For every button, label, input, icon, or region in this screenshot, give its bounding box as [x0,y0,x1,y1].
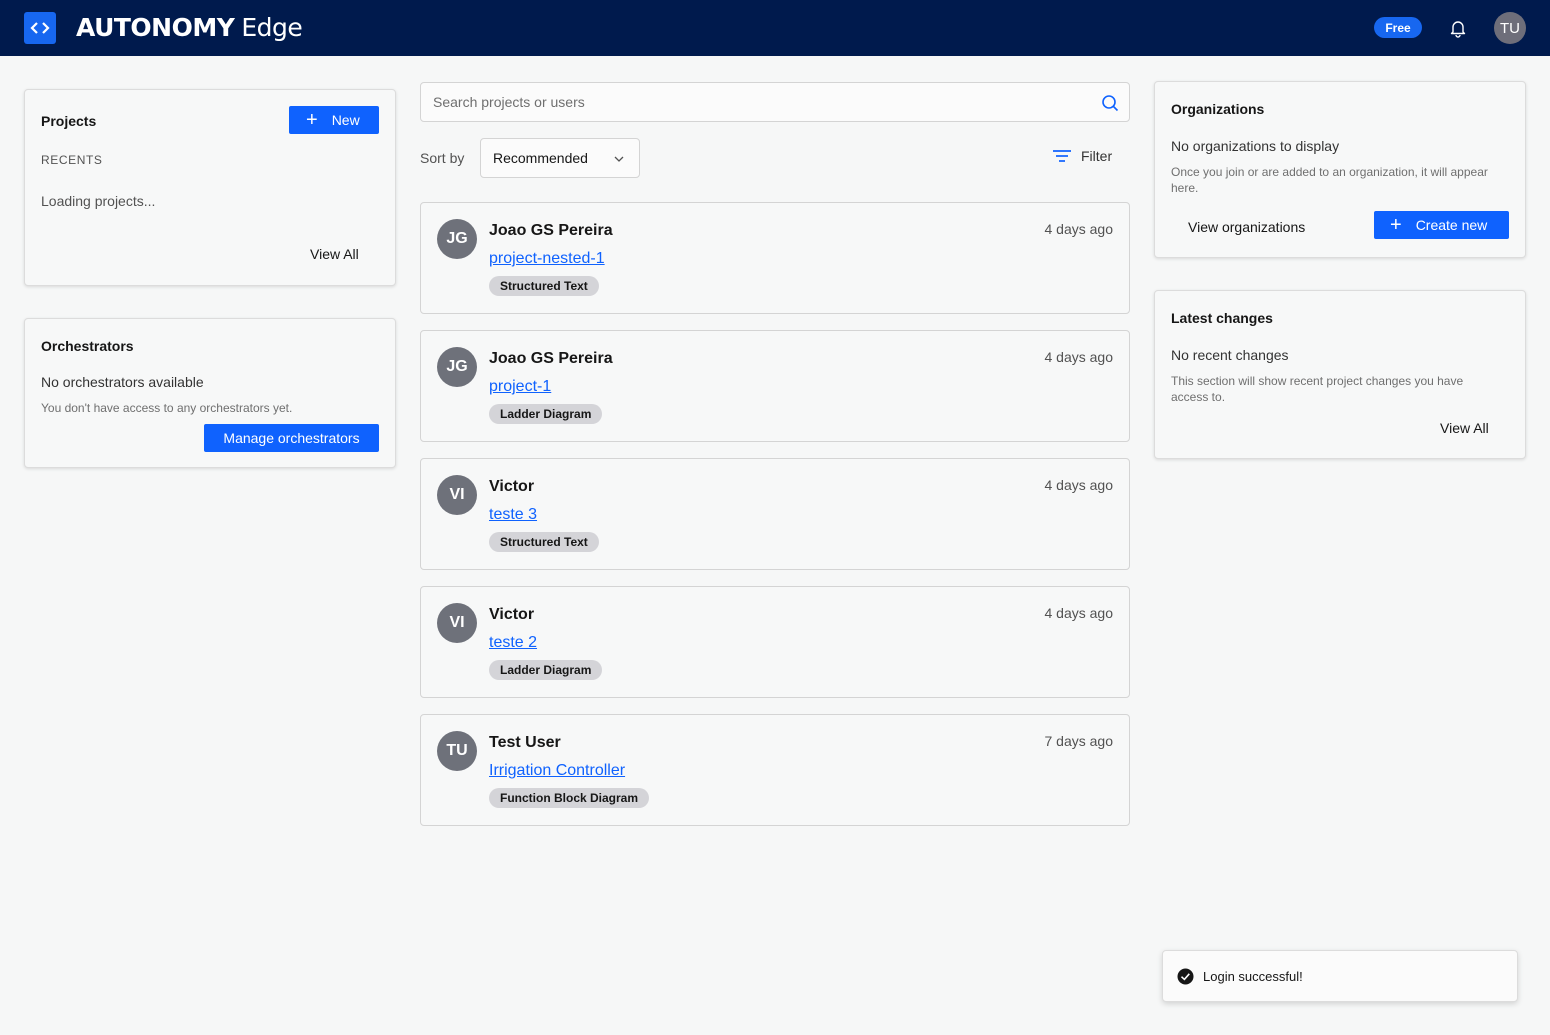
new-project-button[interactable]: + New [289,106,379,134]
projects-panel: Projects + New RECENTS Loading projects.… [24,89,396,286]
search-input[interactable] [421,83,1061,121]
latest-changes-empty-desc: This section will show recent project ch… [1171,374,1464,404]
top-header: AUTONOMY Edge Free TU [0,0,1550,56]
project-feed-item: VI Victor teste 2 Ladder Diagram 4 days … [420,586,1130,698]
projects-view-all-link[interactable]: View All [310,246,359,262]
orchestrators-title: Orchestrators [41,338,134,354]
orchestrators-empty-desc: You don't have access to any orchestrato… [41,401,293,415]
recents-heading: RECENTS [41,153,103,167]
bell-icon[interactable] [1448,18,1468,38]
sort-by-label: Sort by [420,150,465,166]
project-type-tag: Structured Text [489,532,599,552]
author-name[interactable]: Joao GS Pereira [489,222,613,240]
plus-icon: + [1390,214,1402,236]
project-feed-item: JG Joao GS Pereira project-1 Ladder Diag… [420,330,1130,442]
filter-label: Filter [1081,148,1113,164]
updated-time: 4 days ago [1044,221,1114,237]
project-link[interactable]: teste 3 [489,506,537,524]
brand-suffix: Edge [241,13,303,42]
updated-time: 4 days ago [1044,349,1114,365]
author-name[interactable]: Test User [489,734,561,752]
latest-changes-empty-title: No recent changes [1171,347,1289,363]
project-link[interactable]: Irrigation Controller [489,762,625,780]
new-project-label: New [331,112,360,128]
updated-time: 4 days ago [1044,605,1114,621]
author-name[interactable]: Victor [489,478,534,496]
brand-logo[interactable]: AUTONOMY Edge [76,13,303,43]
author-avatar[interactable]: VI [437,603,477,643]
plus-icon: + [306,109,318,131]
project-type-tag: Ladder Diagram [489,404,603,424]
user-avatar[interactable]: TU [1494,12,1526,44]
chevron-down-icon [614,156,624,162]
author-name[interactable]: Joao GS Pereira [489,350,613,368]
updated-time: 4 days ago [1044,477,1114,493]
sort-selected-value: Recommended [493,150,588,166]
brand-name: AUTONOMY [76,13,235,42]
latest-changes-view-all-link[interactable]: View All [1440,420,1489,436]
latest-changes-panel: Latest changes No recent changes This se… [1154,290,1526,459]
toast-message: Login successful! [1203,968,1303,984]
search-box [420,82,1130,122]
create-organization-label: Create new [1415,217,1488,233]
author-avatar[interactable]: VI [437,475,477,515]
project-type-tag: Structured Text [489,276,599,296]
project-feed-item: TU Test User Irrigation Controller Funct… [420,714,1130,826]
author-name[interactable]: Victor [489,606,534,624]
organizations-empty-desc: Once you join or are added to an organiz… [1171,165,1488,195]
orchestrators-panel: Orchestrators No orchestrators available… [24,318,396,468]
project-type-tag: Ladder Diagram [489,660,603,680]
project-feed-item: JG Joao GS Pereira project-nested-1 Stru… [420,202,1130,314]
author-avatar[interactable]: TU [437,731,477,771]
view-organizations-link[interactable]: View organizations [1188,219,1305,235]
manage-orchestrators-button[interactable]: Manage orchestrators [204,424,379,452]
projects-title: Projects [41,113,97,129]
project-type-tag: Function Block Diagram [489,788,650,808]
filter-button[interactable]: Filter [1052,148,1112,164]
loading-projects-text: Loading projects... [41,193,156,209]
author-avatar[interactable]: JG [437,219,477,259]
latest-changes-title: Latest changes [1171,310,1273,326]
login-toast: Login successful! [1162,950,1518,1002]
plan-badge[interactable]: Free [1374,17,1422,38]
project-link[interactable]: project-nested-1 [489,250,605,268]
organizations-title: Organizations [1171,101,1265,117]
organizations-panel: Organizations No organizations to displa… [1154,81,1526,258]
check-circle-icon [1177,968,1194,984]
organizations-empty-title: No organizations to display [1171,138,1340,154]
filter-icon [1053,150,1071,162]
project-link[interactable]: teste 2 [489,634,537,652]
project-link[interactable]: project-1 [489,378,551,396]
create-organization-button[interactable]: + Create new [1374,211,1509,239]
updated-time: 7 days ago [1044,733,1114,749]
project-feed-item: VI Victor teste 3 Structured Text 4 days… [420,458,1130,570]
author-avatar[interactable]: JG [437,347,477,387]
code-icon[interactable] [24,12,56,44]
sort-select[interactable]: Recommended [480,138,640,178]
orchestrators-empty-title: No orchestrators available [41,374,204,390]
search-icon[interactable] [1101,94,1119,112]
